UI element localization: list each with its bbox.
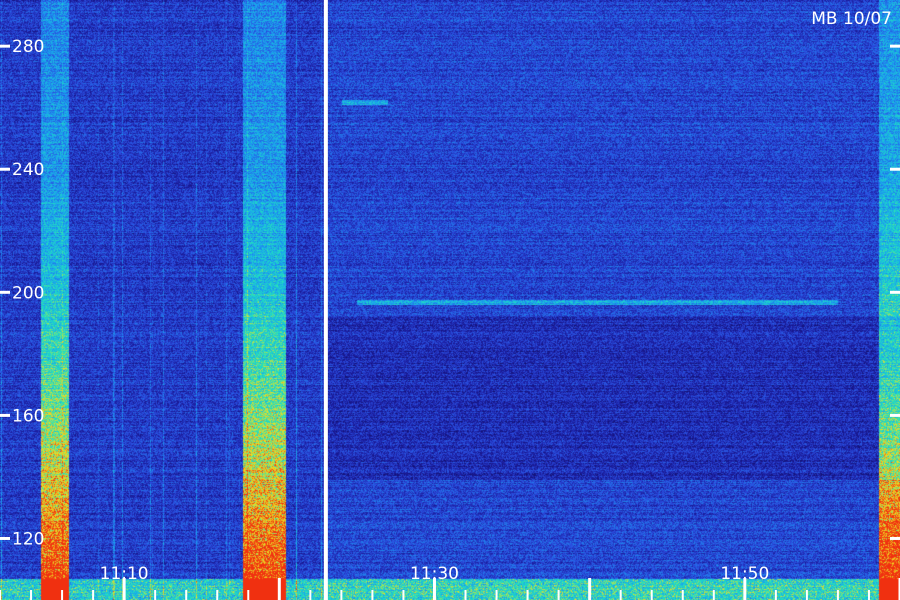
y-tick-label: 160 [12,406,44,426]
y-tick-label: 200 [12,283,44,303]
x-tick-label: 11:10 [100,564,149,584]
y-tick-label: 240 [12,160,44,180]
y-axis-right [890,44,900,540]
spectrogram-chart: 120 160 200 240 280 11:10 11:30 11:50 MB 10/07 [0,0,900,600]
y-tick-label: 280 [12,37,44,57]
x-tick-label: 11:50 [720,564,769,584]
chart-overlay: 120 160 200 240 280 11:10 11:30 11:50 MB 10/07 [0,0,900,600]
y-axis-left: 120 160 200 240 280 [0,37,44,549]
x-tick-label: 11:30 [410,564,459,584]
chart-title: MB 10/07 [811,9,892,29]
y-tick-label: 120 [12,529,44,549]
x-axis: 11:10 11:30 11:50 [0,564,900,600]
